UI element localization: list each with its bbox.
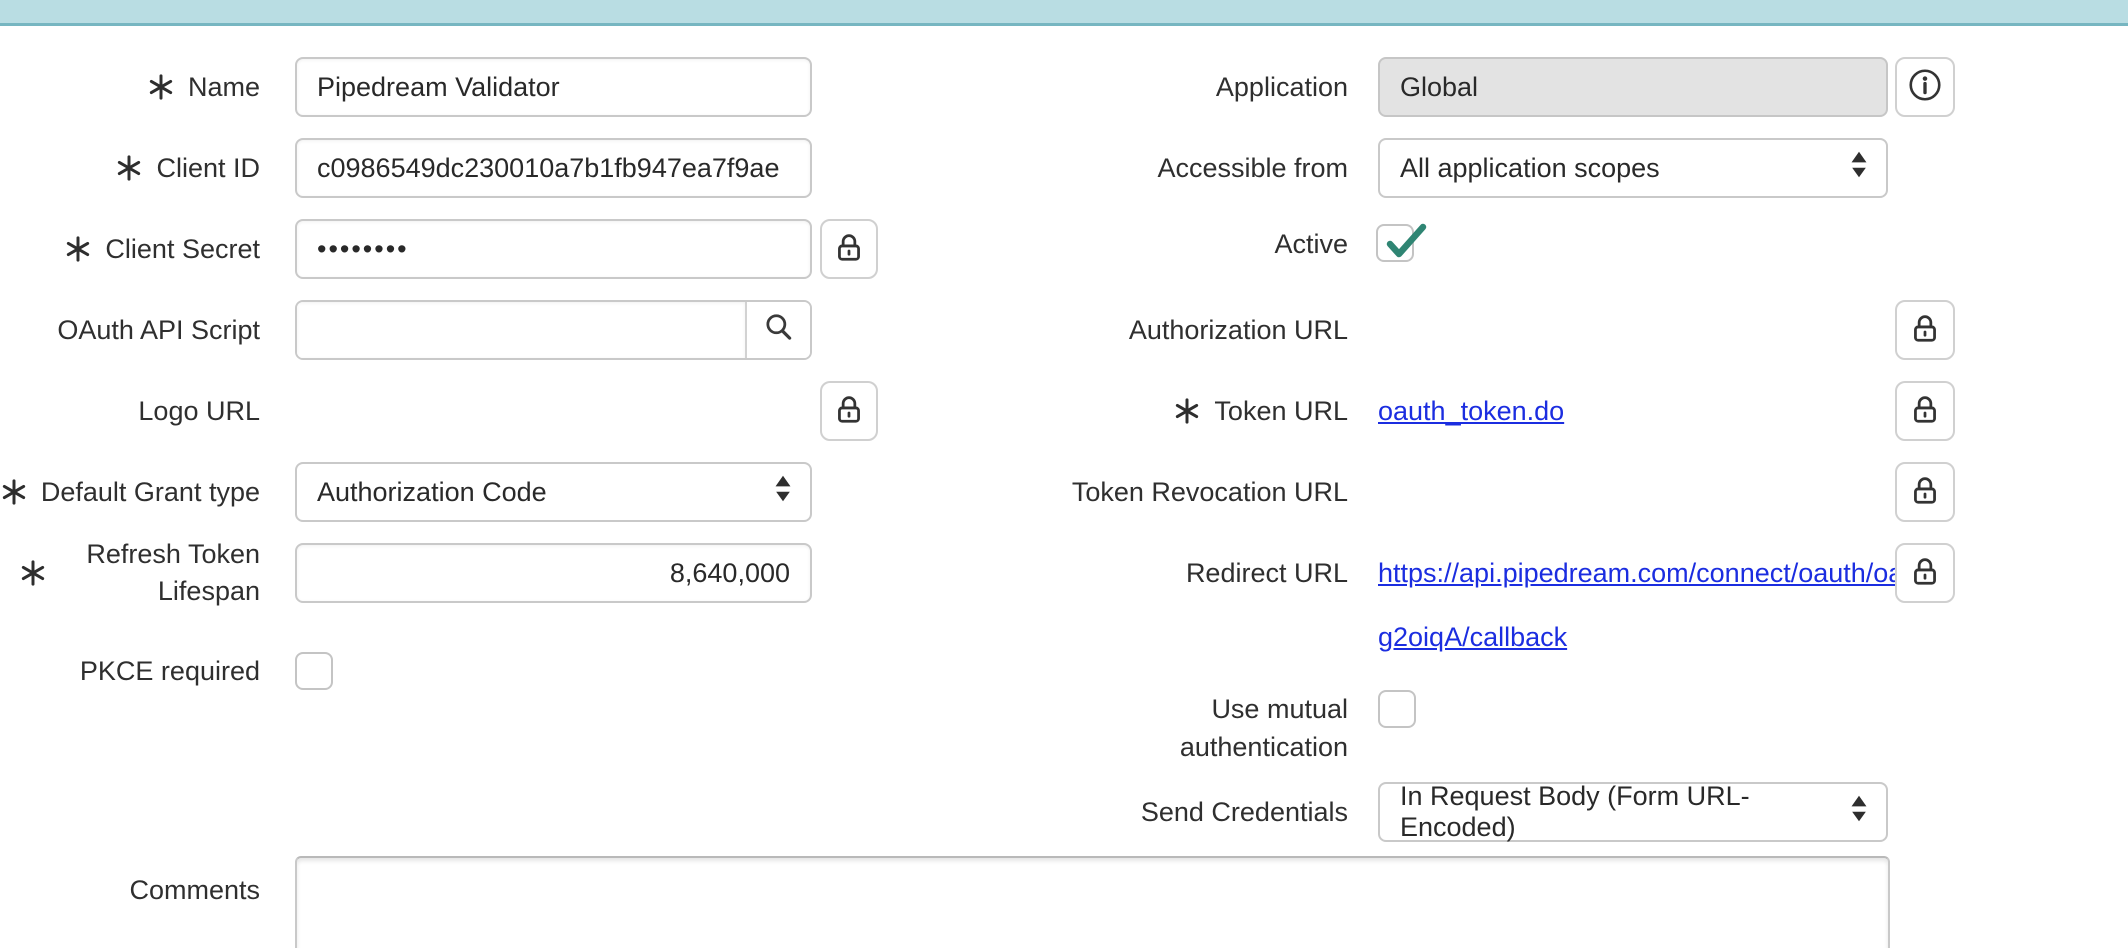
required-icon [116,155,142,181]
lock-icon [832,392,866,431]
default-grant-type-label: Default Grant type [0,462,260,522]
use-mutual-authentication-checkbox[interactable] [1378,690,1416,728]
required-icon [20,560,46,586]
comments-textarea[interactable] [295,856,1890,948]
authorization-url-unlock-button[interactable] [1895,300,1955,360]
lock-icon [1908,311,1942,350]
redirect-url-link-line2[interactable]: g2oiqA/callback [1378,622,1567,653]
redirect-url-unlock-button[interactable] [1895,543,1955,603]
default-grant-type-select[interactable]: Authorization Code [295,462,812,522]
authorization-url-label: Authorization URL [1040,300,1348,360]
redirect-url-link-line1[interactable]: https://api.pipedream.com/connect/oauth/… [1378,558,1918,589]
lock-icon [1908,392,1942,431]
comments-label: Comments [0,856,260,924]
name-label: Name [0,57,260,117]
token-url-link[interactable]: oauth_token.do [1378,396,1564,427]
token-revocation-url-unlock-button[interactable] [1895,462,1955,522]
application-label: Application [1040,57,1348,117]
oauth-registry-form: Name Client ID Client Secret OAuth API S… [0,0,2128,948]
refresh-token-lifespan-input[interactable] [295,543,812,603]
required-icon [1174,398,1200,424]
lock-icon [832,230,866,269]
accessible-from-select[interactable]: All application scopes [1378,138,1888,198]
tab-strip-bottom-bar [0,0,2128,26]
send-credentials-select[interactable]: In Request Body (Form URL-Encoded) [1378,782,1888,842]
select-spinner-icon [1848,149,1870,188]
client-id-input[interactable] [295,138,812,198]
checkmark-icon [1380,218,1428,262]
pkce-required-label: PKCE required [0,641,260,701]
client-secret-unlock-button[interactable] [820,219,878,279]
token-url-label: Token URL [1040,381,1348,441]
refresh-token-lifespan-label: Refresh Token Lifespan [0,536,260,610]
required-icon [148,74,174,100]
select-spinner-icon [1848,793,1870,832]
oauth-api-script-reference-field [295,300,812,360]
active-checkbox[interactable] [1376,224,1414,262]
select-spinner-icon [772,473,794,512]
client-secret-label: Client Secret [0,219,260,279]
lock-icon [1908,554,1942,593]
application-info-button[interactable] [1895,57,1955,117]
redirect-url-label: Redirect URL [1040,543,1348,603]
required-icon [1,479,27,505]
oauth-api-script-input[interactable] [297,302,745,358]
name-input[interactable] [295,57,812,117]
oauth-api-script-lookup-button[interactable] [745,302,810,358]
client-secret-input[interactable] [295,219,812,279]
pkce-required-checkbox[interactable] [295,652,333,690]
required-icon [65,236,91,262]
use-mutual-authentication-label: Use mutual authentication [1040,690,1348,766]
client-id-label: Client ID [0,138,260,198]
logo-url-label: Logo URL [0,381,260,441]
token-revocation-url-label: Token Revocation URL [1040,462,1348,522]
active-label: Active [1040,214,1348,274]
logo-url-unlock-button[interactable] [820,381,878,441]
lock-icon [1908,473,1942,512]
send-credentials-label: Send Credentials [1040,782,1348,842]
application-readonly-field: Global [1378,57,1888,117]
oauth-api-script-label: OAuth API Script [0,300,260,360]
token-url-unlock-button[interactable] [1895,381,1955,441]
search-icon [762,311,796,350]
info-icon [1906,66,1944,109]
accessible-from-label: Accessible from [1040,138,1348,198]
